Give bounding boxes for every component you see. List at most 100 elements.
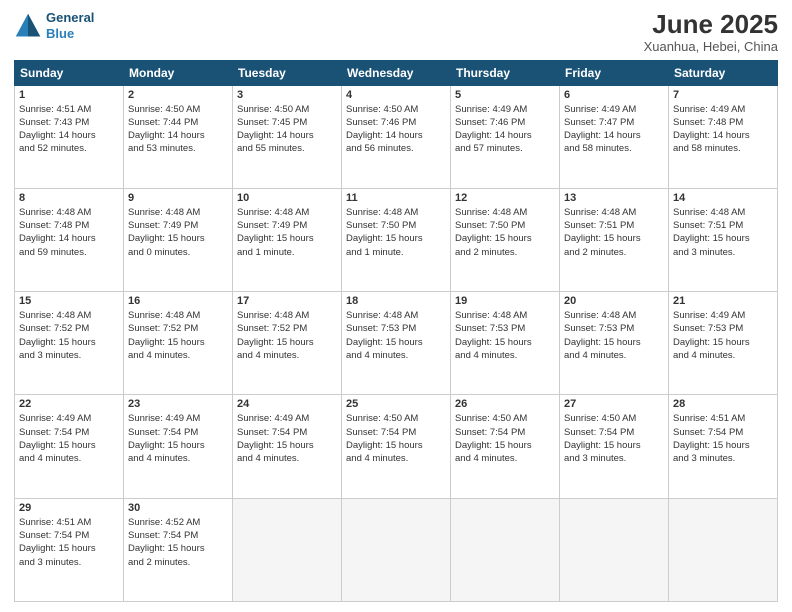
cell-info: Sunrise: 4:48 AMSunset: 7:53 PMDaylight:…: [455, 309, 555, 362]
logo-icon: [14, 12, 42, 40]
day-cell: 29 Sunrise: 4:51 AMSunset: 7:54 PMDayligh…: [15, 498, 124, 601]
calendar-table: SundayMondayTuesdayWednesdayThursdayFrid…: [14, 60, 778, 602]
day-cell: 30 Sunrise: 4:52 AMSunset: 7:54 PMDayligh…: [124, 498, 233, 601]
day-cell: 6 Sunrise: 4:49 AMSunset: 7:47 PMDaylight…: [560, 85, 669, 188]
cell-info: Sunrise: 4:49 AMSunset: 7:54 PMDaylight:…: [19, 412, 119, 465]
day-number: 19: [455, 295, 555, 307]
day-cell: 27Sunrise: 4:50 AMSunset: 7:54 PMDayligh…: [560, 395, 669, 498]
day-cell: 10 Sunrise: 4:48 AMSunset: 7:49 PMDayligh…: [233, 188, 342, 291]
main-title: June 2025: [644, 10, 778, 39]
logo-text: General Blue: [46, 10, 94, 41]
day-number: 17: [237, 295, 337, 307]
day-number: 16: [128, 295, 228, 307]
day-number: 3: [237, 89, 337, 101]
day-number: 13: [564, 192, 664, 204]
day-cell: 2 Sunrise: 4:50 AMSunset: 7:44 PMDaylight…: [124, 85, 233, 188]
cell-info: Sunrise: 4:49 AMSunset: 7:54 PMDaylight:…: [237, 412, 337, 465]
logo-line1: General: [46, 10, 94, 25]
day-number: 1: [19, 89, 119, 101]
day-cell: 25Sunrise: 4:50 AMSunset: 7:54 PMDayligh…: [342, 395, 451, 498]
cell-info: Sunrise: 4:48 AMSunset: 7:48 PMDaylight:…: [19, 206, 119, 259]
cell-info: Sunrise: 4:48 AMSunset: 7:50 PMDaylight:…: [455, 206, 555, 259]
week-row-4: 22 Sunrise: 4:49 AMSunset: 7:54 PMDayligh…: [15, 395, 778, 498]
cell-info: Sunrise: 4:51 AMSunset: 7:54 PMDaylight:…: [673, 412, 773, 465]
page: General Blue June 2025 Xuanhua, Hebei, C…: [0, 0, 792, 612]
day-cell: 16 Sunrise: 4:48 AMSunset: 7:52 PMDayligh…: [124, 292, 233, 395]
day-number: 15: [19, 295, 119, 307]
day-number: 6: [564, 89, 664, 101]
calendar-header-row: SundayMondayTuesdayWednesdayThursdayFrid…: [15, 60, 778, 85]
day-number: 22: [19, 398, 119, 410]
cell-info: Sunrise: 4:49 AMSunset: 7:54 PMDaylight:…: [128, 412, 228, 465]
cell-info: Sunrise: 4:48 AMSunset: 7:49 PMDaylight:…: [237, 206, 337, 259]
week-row-5: 29 Sunrise: 4:51 AMSunset: 7:54 PMDayligh…: [15, 498, 778, 601]
cell-info: Sunrise: 4:50 AMSunset: 7:45 PMDaylight:…: [237, 103, 337, 156]
day-cell: 9 Sunrise: 4:48 AMSunset: 7:49 PMDaylight…: [124, 188, 233, 291]
day-cell: 1 Sunrise: 4:51 AMSunset: 7:43 PMDaylight…: [15, 85, 124, 188]
header-tuesday: Tuesday: [233, 60, 342, 85]
cell-info: Sunrise: 4:48 AMSunset: 7:52 PMDaylight:…: [237, 309, 337, 362]
day-cell: 21 Sunrise: 4:49 AMSunset: 7:53 PMDayligh…: [669, 292, 778, 395]
day-cell: 5Sunrise: 4:49 AMSunset: 7:46 PMDaylight…: [451, 85, 560, 188]
week-row-2: 8Sunrise: 4:48 AMSunset: 7:48 PMDaylight…: [15, 188, 778, 291]
cell-info: Sunrise: 4:48 AMSunset: 7:52 PMDaylight:…: [128, 309, 228, 362]
cell-info: Sunrise: 4:50 AMSunset: 7:54 PMDaylight:…: [564, 412, 664, 465]
day-cell: [233, 498, 342, 601]
day-cell: 24 Sunrise: 4:49 AMSunset: 7:54 PMDayligh…: [233, 395, 342, 498]
day-number: 26: [455, 398, 555, 410]
cell-info: Sunrise: 4:51 AMSunset: 7:54 PMDaylight:…: [19, 516, 119, 569]
day-cell: [451, 498, 560, 601]
day-number: 14: [673, 192, 773, 204]
cell-info: Sunrise: 4:50 AMSunset: 7:44 PMDaylight:…: [128, 103, 228, 156]
logo: General Blue: [14, 10, 94, 41]
day-number: 21: [673, 295, 773, 307]
cell-info: Sunrise: 4:48 AMSunset: 7:49 PMDaylight:…: [128, 206, 228, 259]
header-sunday: Sunday: [15, 60, 124, 85]
day-number: 20: [564, 295, 664, 307]
day-number: 28: [673, 398, 773, 410]
day-cell: 14 Sunrise: 4:48 AMSunset: 7:51 PMDayligh…: [669, 188, 778, 291]
day-number: 29: [19, 502, 119, 514]
day-number: 2: [128, 89, 228, 101]
day-cell: 26 Sunrise: 4:50 AMSunset: 7:54 PMDayligh…: [451, 395, 560, 498]
day-cell: 19 Sunrise: 4:48 AMSunset: 7:53 PMDayligh…: [451, 292, 560, 395]
logo-line2: Blue: [46, 26, 74, 41]
cell-info: Sunrise: 4:48 AMSunset: 7:52 PMDaylight:…: [19, 309, 119, 362]
day-number: 10: [237, 192, 337, 204]
cell-info: Sunrise: 4:51 AMSunset: 7:43 PMDaylight:…: [19, 103, 119, 156]
day-cell: 22 Sunrise: 4:49 AMSunset: 7:54 PMDayligh…: [15, 395, 124, 498]
day-cell: [342, 498, 451, 601]
cell-info: Sunrise: 4:48 AMSunset: 7:51 PMDaylight:…: [564, 206, 664, 259]
day-number: 18: [346, 295, 446, 307]
day-cell: 23 Sunrise: 4:49 AMSunset: 7:54 PMDayligh…: [124, 395, 233, 498]
cell-info: Sunrise: 4:48 AMSunset: 7:50 PMDaylight:…: [346, 206, 446, 259]
day-cell: 17 Sunrise: 4:48 AMSunset: 7:52 PMDayligh…: [233, 292, 342, 395]
day-cell: 13 Sunrise: 4:48 AMSunset: 7:51 PMDayligh…: [560, 188, 669, 291]
day-cell: 28 Sunrise: 4:51 AMSunset: 7:54 PMDayligh…: [669, 395, 778, 498]
day-cell: 12Sunrise: 4:48 AMSunset: 7:50 PMDayligh…: [451, 188, 560, 291]
title-block: June 2025 Xuanhua, Hebei, China: [644, 10, 778, 54]
header-wednesday: Wednesday: [342, 60, 451, 85]
cell-info: Sunrise: 4:52 AMSunset: 7:54 PMDaylight:…: [128, 516, 228, 569]
day-cell: 15 Sunrise: 4:48 AMSunset: 7:52 PMDayligh…: [15, 292, 124, 395]
day-cell: 11Sunrise: 4:48 AMSunset: 7:50 PMDayligh…: [342, 188, 451, 291]
cell-info: Sunrise: 4:49 AMSunset: 7:53 PMDaylight:…: [673, 309, 773, 362]
header-saturday: Saturday: [669, 60, 778, 85]
cell-info: Sunrise: 4:50 AMSunset: 7:54 PMDaylight:…: [455, 412, 555, 465]
day-number: 25: [346, 398, 446, 410]
cell-info: Sunrise: 4:49 AMSunset: 7:47 PMDaylight:…: [564, 103, 664, 156]
day-cell: 3 Sunrise: 4:50 AMSunset: 7:45 PMDaylight…: [233, 85, 342, 188]
day-number: 9: [128, 192, 228, 204]
day-number: 24: [237, 398, 337, 410]
day-number: 30: [128, 502, 228, 514]
header-thursday: Thursday: [451, 60, 560, 85]
day-cell: 8Sunrise: 4:48 AMSunset: 7:48 PMDaylight…: [15, 188, 124, 291]
day-number: 23: [128, 398, 228, 410]
day-cell: 7Sunrise: 4:49 AMSunset: 7:48 PMDaylight…: [669, 85, 778, 188]
cell-info: Sunrise: 4:48 AMSunset: 7:51 PMDaylight:…: [673, 206, 773, 259]
day-cell: [560, 498, 669, 601]
cell-info: Sunrise: 4:49 AMSunset: 7:48 PMDaylight:…: [673, 103, 773, 156]
day-cell: 4Sunrise: 4:50 AMSunset: 7:46 PMDaylight…: [342, 85, 451, 188]
day-cell: 20 Sunrise: 4:48 AMSunset: 7:53 PMDayligh…: [560, 292, 669, 395]
cell-info: Sunrise: 4:48 AMSunset: 7:53 PMDaylight:…: [564, 309, 664, 362]
